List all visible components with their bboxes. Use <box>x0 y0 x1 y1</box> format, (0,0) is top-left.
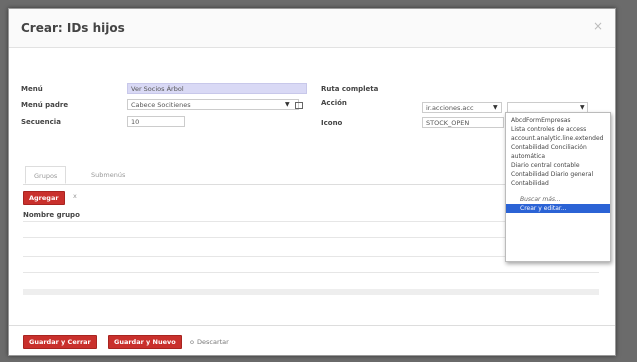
dropdown-option[interactable]: Contabilidad Conciliación <box>506 143 610 152</box>
chevron-down-icon[interactable]: ▼ <box>493 104 498 111</box>
dropdown-option[interactable]: Diario central contable <box>506 161 610 170</box>
dropdown-option[interactable]: Contabilidad <box>506 179 610 188</box>
save-new-button[interactable]: Guardar y Nuevo <box>108 335 182 349</box>
parent-menu-select[interactable]: Cabece Socitienes <box>127 99 299 110</box>
dialog-header: Crear: IDs hijos × <box>9 9 615 48</box>
or-text: o <box>190 338 194 346</box>
full-path-label: Ruta completa <box>321 85 379 93</box>
sequence-label: Secuencia <box>21 118 61 126</box>
action-type-value: ir.acciones.acc <box>426 104 474 112</box>
chevron-down-icon[interactable]: ▼ <box>580 104 585 111</box>
close-icon[interactable]: × <box>593 19 603 33</box>
action-label: Acción <box>321 99 347 107</box>
dropdown-option[interactable]: Lista controles de access <box>506 125 610 134</box>
chevron-down-icon[interactable]: ▼ <box>285 101 290 108</box>
discard-link[interactable]: Descartar <box>197 336 229 348</box>
parent-menu-label: Menú padre <box>21 101 69 109</box>
search-more-option[interactable]: Buscar más... <box>506 195 610 204</box>
table-row <box>23 272 599 273</box>
menu-label: Menú <box>21 85 43 93</box>
save-close-button[interactable]: Guardar y Cerrar <box>23 335 97 349</box>
parent-menu-value: Cabece Socitienes <box>131 101 191 109</box>
external-link-icon[interactable] <box>295 102 303 109</box>
icon-label: Icono <box>321 119 343 127</box>
dropdown-option[interactable]: AbcdFormEmpresas <box>506 116 610 125</box>
create-edit-option[interactable]: Crear y editar... <box>506 204 610 213</box>
menu-input[interactable]: Ver Socios Árbol <box>127 83 307 94</box>
dropdown-option[interactable]: automática <box>506 152 610 161</box>
add-suffix: x <box>73 192 77 200</box>
dropdown-option[interactable]: Contabilidad Diario general <box>506 170 610 179</box>
add-button[interactable]: Agregar <box>23 191 65 205</box>
dialog-title: Crear: IDs hijos <box>21 21 125 35</box>
action-type-select[interactable]: ir.acciones.acc <box>422 102 502 113</box>
column-header-group-name: Nombre grupo <box>23 211 80 219</box>
icon-select[interactable]: STOCK_OPEN <box>422 117 504 128</box>
grid-footer <box>23 289 599 295</box>
action-dropdown-menu: AbcdFormEmpresas Lista controles de acce… <box>505 112 611 262</box>
sequence-input[interactable]: 10 <box>127 116 185 127</box>
dialog-footer: Guardar y Cerrar Guardar y Nuevo o Desca… <box>9 325 615 356</box>
tab-grupos[interactable]: Grupos <box>25 166 67 184</box>
dropdown-option[interactable]: account.analytic.line.extended <box>506 134 610 143</box>
tab-submenus[interactable]: Submenús <box>83 166 133 184</box>
